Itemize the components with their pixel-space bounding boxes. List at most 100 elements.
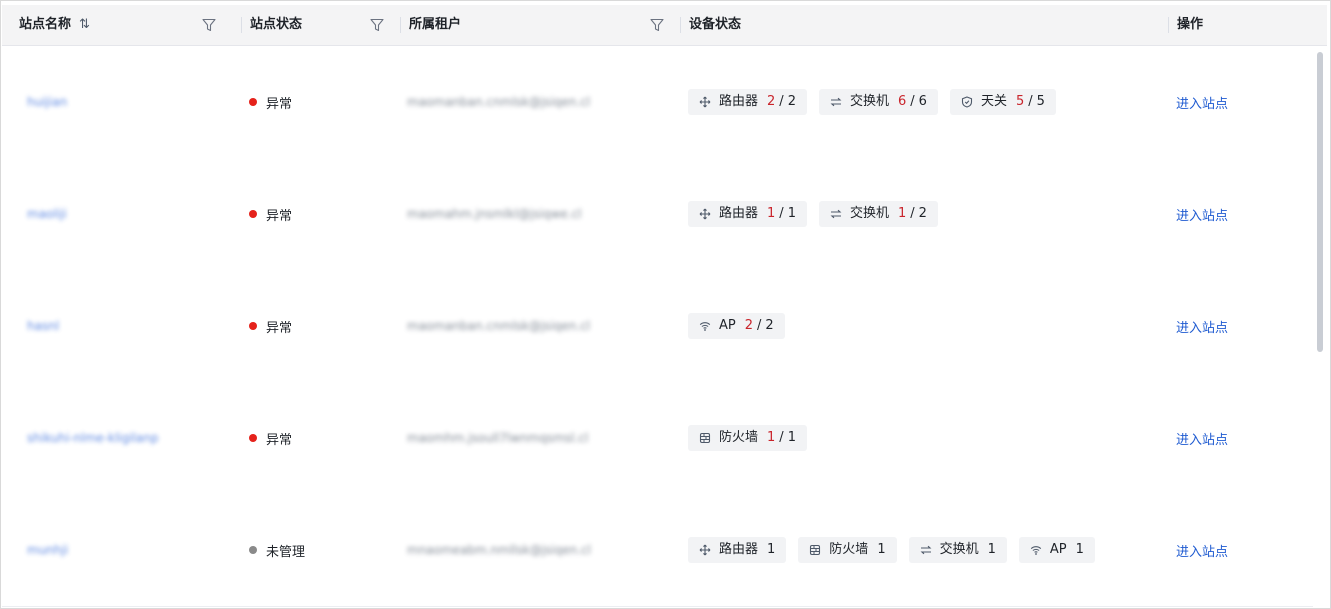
enter-site-link[interactable]: 进入站点 — [1176, 317, 1228, 336]
column-header-site-name[interactable]: 站点名称 ⇅ — [19, 5, 90, 45]
column-header-action: 操作 — [1177, 5, 1203, 45]
device-type-label: 路由器 — [719, 542, 759, 557]
filter-funnel-icon[interactable] — [369, 17, 385, 33]
device-status-chip: 防火墙 1 — [798, 537, 897, 563]
site-status-cell: 异常 — [249, 158, 389, 270]
status-text: 异常 — [266, 208, 293, 224]
device-abnormal-count: 2 — [744, 318, 754, 333]
enter-site-link[interactable]: 进入站点 — [1176, 205, 1228, 224]
scrollbar-thumb[interactable] — [1317, 52, 1323, 352]
column-separator[interactable] — [1168, 17, 1169, 33]
action-cell: 进入站点 — [1176, 382, 1296, 494]
count-divider: / — [910, 94, 915, 109]
device-abnormal-count: 1 — [767, 206, 776, 221]
column-label-device-status: 设备状态 — [689, 17, 742, 32]
site-name-link[interactable]: munhji — [27, 543, 68, 557]
action-cell: 进入站点 — [1176, 494, 1296, 606]
wifi-icon — [699, 320, 711, 332]
device-abnormal-count: 1 — [767, 430, 776, 445]
status-text: 未管理 — [266, 544, 306, 560]
tenant-cell: maomanban.cnmlsk@jsiqen.cl — [407, 46, 667, 158]
device-status-chip: 天关 5/5 — [949, 89, 1056, 115]
device-count: 1 — [767, 542, 776, 557]
enter-site-link[interactable]: 进入站点 — [1176, 541, 1228, 560]
table-row: hasnl 异常 maomanban.cnmlsk@jsiqen.cl AP 2/… — [2, 270, 1313, 383]
count-divider: / — [779, 430, 784, 445]
status-dot — [249, 546, 257, 554]
tenant-email: maomanban.cnmlsk@jsiqen.cl — [407, 319, 591, 333]
column-header-site-status[interactable]: 站点状态 — [250, 5, 302, 45]
column-separator[interactable] — [680, 17, 681, 33]
device-chips: AP 2/2 — [688, 313, 785, 339]
switch-icon — [830, 96, 842, 108]
device-status-cell: 防火墙 1/1 — [688, 382, 1158, 494]
tenant-cell: mnaomeabm.nmllsk@jsiqen.cl — [407, 494, 667, 606]
status-dot — [249, 210, 257, 218]
column-separator[interactable] — [241, 17, 242, 33]
device-status-chip: AP 1 — [1018, 537, 1095, 563]
tenant-cell: maomanban.cnmlsk@jsiqen.cl — [407, 270, 667, 382]
site-status-cell: 异常 — [249, 46, 389, 158]
site-name-link[interactable]: maoliji — [27, 207, 67, 221]
device-abnormal-count: 2 — [767, 94, 776, 109]
firewall-icon — [699, 432, 711, 444]
device-total-count: 5 — [1036, 94, 1045, 109]
count-divider: / — [1028, 94, 1033, 109]
device-status-chip: 路由器 1 — [688, 537, 787, 563]
column-label-action: 操作 — [1177, 17, 1204, 32]
device-status-cell: 路由器 1 防火墙 1 交换机 1 AP 1 — [688, 494, 1158, 606]
count-divider: / — [757, 318, 762, 333]
device-status-cell: 路由器 1/1 交换机 1/2 — [688, 158, 1158, 270]
device-chips: 路由器 2/2 交换机 6/6 天关 5/5 — [688, 89, 1056, 115]
column-separator[interactable] — [400, 17, 401, 33]
enter-site-link[interactable]: 进入站点 — [1176, 93, 1228, 112]
status-dot — [249, 98, 257, 106]
device-type-label: 天关 — [980, 94, 1007, 109]
device-total-count: 2 — [918, 206, 927, 221]
device-abnormal-count: 1 — [897, 206, 907, 221]
table-header: 站点名称 ⇅ 站点状态 所属租户 设备状态 操作 — [2, 5, 1327, 46]
router-icon — [699, 544, 711, 556]
device-total-count: 6 — [918, 94, 927, 109]
device-status-chip: 防火墙 1/1 — [688, 425, 807, 451]
device-count: 1 — [987, 542, 996, 557]
device-chips: 路由器 1/1 交换机 1/2 — [688, 201, 938, 227]
tenant-cell: maomahm.jnsmlkl@jsiqwe.cl — [407, 158, 667, 270]
site-status-cell: 未管理 — [249, 494, 389, 606]
device-total-count: 1 — [787, 206, 796, 221]
device-type-label: 交换机 — [849, 94, 889, 109]
column-label-site-status: 站点状态 — [250, 17, 303, 32]
tenant-cell: maomhm.jsoull7lwnmqsmsl.cl — [407, 382, 667, 494]
action-cell: 进入站点 — [1176, 46, 1296, 158]
table-row: munhji 未管理 mnaomeabm.nmllsk@jsiqen.cl 路由… — [2, 494, 1313, 607]
vertical-scrollbar[interactable] — [1314, 46, 1326, 606]
site-name-link[interactable]: huijian — [27, 95, 67, 109]
site-name-link[interactable]: shikuhi-nlme-kligilanp — [27, 431, 158, 445]
enter-site-link[interactable]: 进入站点 — [1176, 429, 1228, 448]
site-name-cell: maoliji — [27, 158, 227, 270]
column-label-tenant: 所属租户 — [409, 17, 462, 32]
device-abnormal-count: 5 — [1015, 94, 1025, 109]
filter-funnel-icon[interactable] — [649, 17, 665, 33]
status-dot — [249, 322, 257, 330]
action-cell: 进入站点 — [1176, 158, 1296, 270]
filter-funnel-icon[interactable] — [201, 17, 217, 33]
site-name-cell: shikuhi-nlme-kligilanp — [27, 382, 227, 494]
column-header-tenant[interactable]: 所属租户 — [409, 5, 461, 45]
table-row: shikuhi-nlme-kligilanp 异常 maomhm.jsoull7… — [2, 382, 1313, 495]
sort-arrows-icon[interactable]: ⇅ — [79, 5, 90, 45]
tenant-email: maomhm.jsoull7lwnmqsmsl.cl — [407, 431, 589, 445]
tenant-email: mnaomeabm.nmllsk@jsiqen.cl — [407, 543, 591, 557]
site-name-link[interactable]: hasnl — [27, 319, 59, 333]
count-divider: / — [779, 94, 784, 109]
status-badge: 异常 — [249, 93, 292, 112]
device-total-count: 2 — [787, 94, 796, 109]
device-total-count: 2 — [765, 318, 774, 333]
column-label-site-name: 站点名称 — [19, 17, 72, 32]
device-count: 1 — [877, 542, 886, 557]
switch-icon — [830, 208, 842, 220]
site-status-cell: 异常 — [249, 270, 389, 382]
gateway-icon — [961, 96, 973, 108]
status-text: 异常 — [266, 432, 293, 448]
device-type-label: 防火墙 — [719, 430, 759, 445]
